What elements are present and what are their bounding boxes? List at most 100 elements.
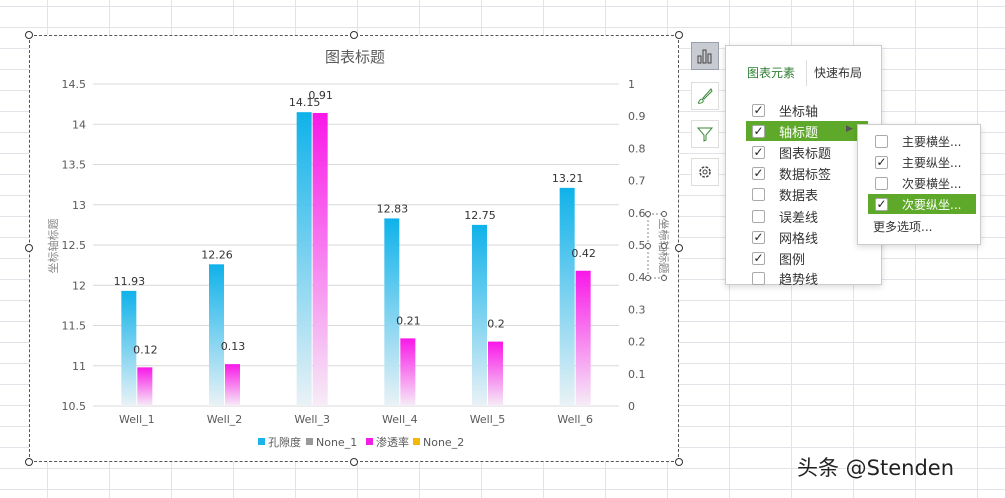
- submenu-item[interactable]: ✓ 主要纵坐...: [868, 152, 976, 172]
- y2-tick-label: 0: [628, 400, 635, 413]
- x-tick-label: Well_4: [382, 413, 418, 426]
- legend-swatch: [258, 438, 265, 445]
- bar-porosity: [384, 218, 400, 406]
- legend-label: None_1: [316, 436, 357, 449]
- y2-tick-label: 0.7: [628, 175, 646, 188]
- checkbox-unchecked[interactable]: [752, 271, 765, 285]
- watermark: 头条 @Stenden: [797, 456, 955, 480]
- axis-title-submenu: 主要横坐... ✓ 主要纵坐... 次要横坐... ✓ 次要纵坐... 更多选项...: [857, 124, 981, 245]
- data-label-porosity: 11.93: [114, 275, 146, 288]
- axis-title-handle: [661, 211, 667, 217]
- resize-handle-mr[interactable]: [675, 244, 683, 252]
- checkbox-checked[interactable]: ✓: [875, 155, 888, 169]
- chart-style-button[interactable]: [691, 82, 719, 110]
- checkbox-checked[interactable]: ✓: [875, 197, 888, 211]
- resize-handle-tl[interactable]: [25, 31, 33, 39]
- bar-porosity: [559, 187, 575, 406]
- resize-handle-tm[interactable]: [350, 31, 358, 39]
- data-label-permeability: 0.2: [487, 318, 505, 331]
- bar-permeability: [137, 367, 153, 406]
- submenu-item[interactable]: ✓ 次要纵坐...: [868, 194, 976, 214]
- chart-svg: 10.51111.51212.51313.51414.500.10.20.30.…: [46, 48, 671, 449]
- x-tick-label: Well_1: [119, 413, 155, 426]
- panel-item-label: 网格线: [779, 231, 819, 247]
- axis-title-handle: [661, 243, 667, 249]
- panel-item-label: 数据表: [779, 188, 819, 204]
- legend-label: 孔隙度: [268, 435, 301, 449]
- bar-porosity: [209, 264, 224, 406]
- y2-tick-label: 0.9: [628, 110, 646, 123]
- checkbox-unchecked[interactable]: [752, 187, 765, 201]
- bar-permeability: [312, 112, 328, 406]
- y2-tick-label: 0.6: [628, 207, 646, 220]
- chart-settings-button[interactable]: [691, 158, 719, 186]
- resize-handle-ml[interactable]: [25, 244, 33, 252]
- submenu-item-label: 次要纵坐...: [902, 197, 962, 212]
- y-tick-label: 14.5: [62, 78, 87, 91]
- resize-handle-br[interactable]: [675, 458, 683, 466]
- axis-title-handle: [645, 243, 651, 249]
- y-tick-label: 11: [72, 360, 86, 373]
- panel-item[interactable]: ✓ 数据标签: [746, 163, 868, 183]
- checkbox-checked[interactable]: ✓: [752, 166, 765, 180]
- y-tick-label: 12: [72, 279, 86, 292]
- tab-divider: [806, 60, 807, 86]
- chart-title: 图表标题: [325, 48, 385, 66]
- panel-item-label: 趋势线: [779, 272, 819, 288]
- data-label-porosity: 12.75: [464, 209, 496, 222]
- checkbox-checked[interactable]: ✓: [752, 124, 765, 138]
- resize-handle-bl[interactable]: [25, 458, 33, 466]
- checkbox-checked[interactable]: ✓: [752, 251, 765, 265]
- panel-item[interactable]: ✓ 图例: [746, 248, 868, 268]
- bar-permeability: [488, 341, 503, 406]
- bar-porosity: [472, 224, 487, 406]
- panel-item[interactable]: 数据表: [746, 184, 868, 204]
- checkbox-checked[interactable]: ✓: [752, 145, 765, 159]
- data-label-permeability: 0.42: [571, 247, 596, 260]
- y-tick-label: 11.5: [62, 320, 87, 333]
- panel-item[interactable]: 误差线: [746, 206, 868, 226]
- legend-swatch: [306, 438, 313, 445]
- y2-tick-label: 0.8: [628, 142, 646, 155]
- data-label-porosity: 12.83: [377, 202, 409, 215]
- x-tick-label: Well_3: [294, 413, 330, 426]
- chart-elements-button[interactable]: [691, 42, 719, 70]
- tab-chart-elements[interactable]: 图表元素: [747, 64, 795, 81]
- legend-label: 渗透率: [376, 435, 409, 449]
- y2-tick-label: 1: [628, 78, 635, 91]
- tab-quick-layout[interactable]: 快速布局: [814, 64, 862, 81]
- panel-item[interactable]: ✓ 网格线: [746, 227, 868, 247]
- checkbox-unchecked[interactable]: [875, 134, 888, 148]
- brush-icon: [697, 88, 713, 104]
- submenu-item[interactable]: 次要横坐...: [868, 173, 976, 193]
- y-tick-label: 14: [72, 118, 86, 131]
- axis-title-handle: [645, 275, 651, 281]
- data-label-permeability: 0.12: [133, 343, 158, 356]
- chart-elements-icon: [697, 49, 712, 64]
- more-options-link[interactable]: 更多选项...: [873, 218, 932, 235]
- gear-icon: [699, 166, 711, 178]
- y2-tick-label: 0.1: [628, 368, 646, 381]
- panel-item[interactable]: 趋势线: [746, 268, 868, 288]
- y2-tick-label: 0.5: [628, 239, 646, 252]
- submenu-item-label: 主要纵坐...: [902, 155, 962, 170]
- submenu-item[interactable]: 主要横坐...: [868, 131, 976, 151]
- checkbox-checked[interactable]: ✓: [752, 230, 765, 244]
- panel-item[interactable]: ✓ 图表标题: [746, 142, 868, 162]
- chart-filter-button[interactable]: [691, 120, 719, 148]
- submenu-item-label: 次要横坐...: [902, 176, 962, 191]
- panel-item[interactable]: ✓ 坐标轴: [746, 100, 868, 120]
- checkbox-unchecked[interactable]: [875, 176, 888, 190]
- x-tick-label: Well_2: [207, 413, 243, 426]
- checkbox-unchecked[interactable]: [752, 209, 765, 223]
- panel-item-label: 轴标题: [779, 125, 819, 141]
- y-tick-label: 13: [72, 199, 86, 212]
- resize-handle-tr[interactable]: [675, 31, 683, 39]
- axis-title-handle: [645, 211, 651, 217]
- legend-swatch: [413, 438, 420, 445]
- y2-tick-label: 0.4: [628, 271, 646, 284]
- chart-area[interactable]: 10.5 11 11.5 12 12.5 13 13.5 14 14.5 0 0.1 0.2 0.3 0.…: [29, 35, 679, 462]
- data-label-porosity: 13.21: [552, 172, 584, 185]
- resize-handle-bm[interactable]: [350, 458, 358, 466]
- checkbox-checked[interactable]: ✓: [752, 103, 765, 117]
